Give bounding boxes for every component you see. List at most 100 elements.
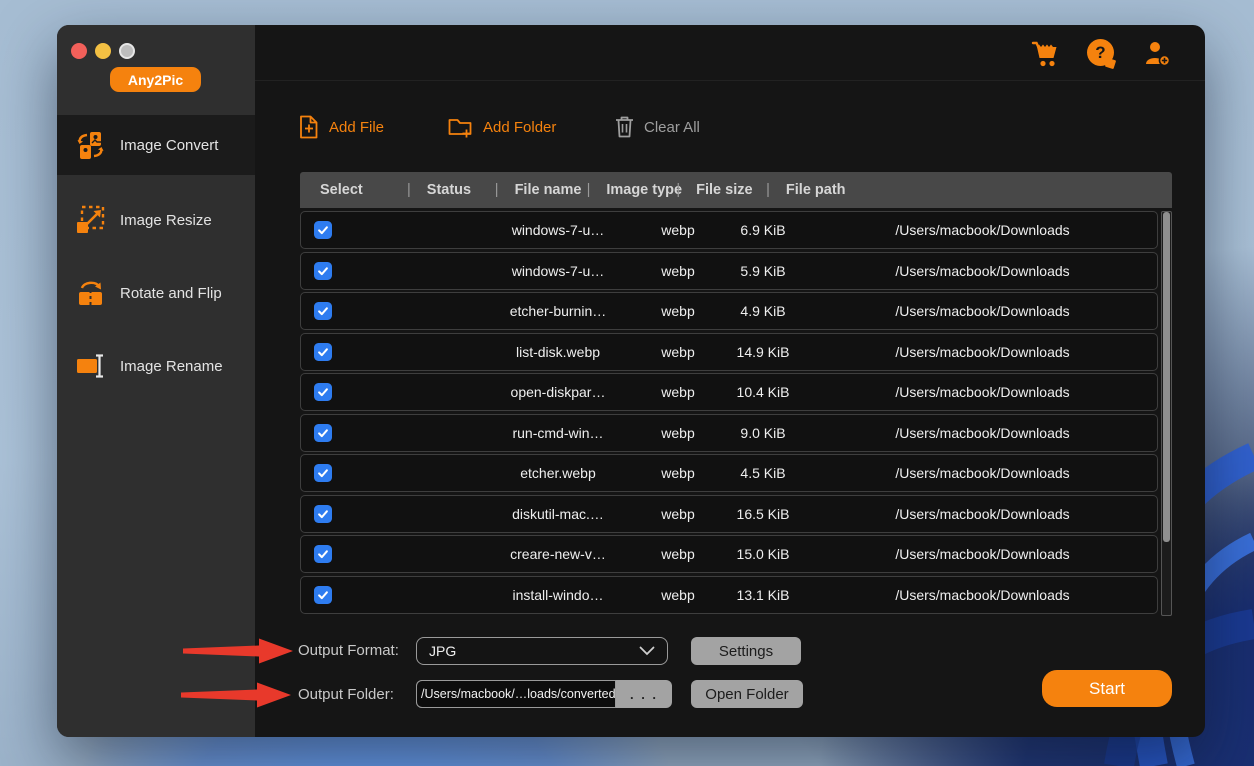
image-type-cell: webp [661, 546, 695, 562]
row-checkbox[interactable] [314, 545, 332, 563]
start-button[interactable]: Start [1042, 670, 1172, 707]
file-size-cell: 9.0 KiB [740, 424, 786, 441]
checkmark-icon [318, 428, 328, 437]
settings-button[interactable]: Settings [691, 637, 801, 665]
close-button[interactable] [71, 43, 87, 59]
settings-label: Settings [718, 642, 774, 660]
file-size-cell: 6.9 KiB [740, 222, 786, 238]
help-icon[interactable]: ? [1087, 39, 1117, 70]
file-name-cell: install-windo… [512, 586, 604, 603]
table-row[interactable]: diskutil-mac.… webp 16.5 KiB /Users/macb… [300, 494, 1158, 533]
sidebar-item-image-rename[interactable]: Image Rename [57, 341, 255, 391]
titlebar-actions: ? [1031, 39, 1173, 70]
header-select: Select [320, 182, 363, 198]
annotation-arrow-output-format [183, 638, 293, 664]
table-row[interactable]: list-disk.webp webp 14.9 KiB /Users/macb… [300, 332, 1158, 371]
file-size-cell: 5.9 KiB [740, 262, 786, 279]
add-file-button[interactable]: Add File [298, 113, 384, 141]
header-image-type: Image type [606, 182, 683, 198]
file-name-cell: diskutil-mac.… [512, 505, 604, 522]
output-folder-control: /Users/macbook/…loads/converted . . . [416, 680, 672, 708]
app-window: Any2Pic Image Convert Image Resize Rotat… [57, 25, 1205, 737]
scrollbar-thumb[interactable] [1163, 212, 1170, 542]
file-path-cell: /Users/macbook/Downloads [895, 505, 1070, 522]
file-path-cell: /Users/macbook/Downloads [895, 586, 1070, 603]
table-row[interactable]: run-cmd-win… webp 9.0 KiB /Users/macbook… [300, 413, 1158, 452]
output-folder-label: Output Folder: [298, 686, 394, 703]
output-folder-input[interactable]: /Users/macbook/…loads/converted [416, 680, 616, 708]
file-size-cell: 13.1 KiB [736, 586, 790, 603]
start-label: Start [1089, 678, 1125, 698]
image-type-cell: webp [661, 465, 695, 481]
checkmark-icon [318, 469, 328, 478]
file-path-cell: /Users/macbook/Downloads [895, 303, 1070, 319]
table-row[interactable]: windows-7-u… webp 6.9 KiB /Users/macbook… [300, 211, 1158, 249]
image-type-cell: webp [661, 222, 695, 238]
open-folder-button[interactable]: Open Folder [691, 680, 803, 708]
file-path-cell: /Users/macbook/Downloads [895, 343, 1070, 360]
clear-all-label: Clear All [644, 118, 700, 136]
sidebar-item-label: Image Resize [120, 211, 212, 229]
row-checkbox[interactable] [314, 221, 332, 239]
file-size-cell: 10.4 KiB [736, 384, 790, 400]
add-folder-label: Add Folder [483, 118, 557, 136]
sidebar-item-image-resize[interactable]: Image Resize [57, 195, 255, 245]
table-scrollbar[interactable] [1161, 211, 1172, 616]
header-file-size: File size [696, 182, 753, 198]
add-folder-icon [448, 119, 472, 138]
file-size-cell: 4.9 KiB [740, 303, 786, 319]
browse-folder-button[interactable]: . . . [616, 680, 672, 708]
open-folder-label: Open Folder [705, 685, 789, 703]
image-rename-icon [77, 354, 103, 378]
row-checkbox[interactable] [314, 261, 332, 280]
sidebar-item-label: Image Convert [120, 136, 219, 154]
table-row[interactable]: install-windo… webp 13.1 KiB /Users/macb… [300, 575, 1158, 614]
add-file-icon [300, 115, 318, 139]
app-logo-badge: Any2Pic [110, 67, 201, 92]
row-checkbox[interactable] [314, 423, 332, 442]
file-name-cell: run-cmd-win… [512, 424, 604, 441]
image-type-cell: webp [661, 384, 695, 400]
checkmark-icon [318, 509, 328, 518]
table-row[interactable]: windows-7-u… webp 5.9 KiB /Users/macbook… [300, 251, 1158, 290]
row-checkbox[interactable] [314, 504, 332, 523]
file-name-cell: windows-7-u… [511, 262, 605, 279]
table-row[interactable]: etcher.webp webp 4.5 KiB /Users/macbook/… [300, 454, 1158, 492]
checkmark-icon [318, 307, 328, 316]
output-format-select[interactable]: JPG [416, 637, 668, 665]
row-checkbox[interactable] [314, 383, 332, 401]
image-type-cell: webp [661, 586, 695, 603]
trash-icon [616, 116, 633, 138]
image-resize-icon [77, 205, 105, 233]
file-path-cell: /Users/macbook/Downloads [895, 424, 1070, 441]
minimize-button[interactable] [95, 43, 111, 59]
row-checkbox[interactable] [314, 585, 332, 604]
file-path-cell: /Users/macbook/Downloads [895, 384, 1070, 400]
file-path-cell: /Users/macbook/Downloads [895, 262, 1070, 279]
zoom-button[interactable] [119, 43, 135, 59]
file-name-cell: etcher.webp [520, 465, 596, 481]
sidebar: Any2Pic Image Convert Image Resize Rotat… [57, 25, 255, 737]
file-size-cell: 15.0 KiB [736, 546, 790, 562]
add-folder-button[interactable]: Add Folder [448, 113, 556, 141]
file-size-cell: 4.5 KiB [740, 465, 786, 481]
table-row[interactable]: open-diskpar… webp 10.4 KiB /Users/macbo… [300, 373, 1158, 411]
clear-all-button[interactable]: Clear All [614, 113, 700, 141]
sidebar-item-rotate-and-flip[interactable]: Rotate and Flip [57, 268, 255, 318]
add-user-icon[interactable] [1143, 39, 1173, 69]
table-row[interactable]: creare-new-v… webp 15.0 KiB /Users/macbo… [300, 535, 1158, 573]
file-name-cell: list-disk.webp [515, 343, 601, 360]
row-checkbox[interactable] [314, 302, 332, 320]
table-row[interactable]: etcher-burnin… webp 4.9 KiB /Users/macbo… [300, 292, 1158, 330]
image-type-cell: webp [661, 262, 695, 279]
cart-icon[interactable] [1031, 39, 1061, 69]
chevron-down-icon [639, 646, 655, 656]
file-path-cell: /Users/macbook/Downloads [895, 222, 1070, 238]
row-checkbox[interactable] [314, 342, 332, 361]
row-checkbox[interactable] [314, 464, 332, 482]
header-status: Status [426, 182, 472, 198]
checkmark-icon [318, 550, 328, 559]
sidebar-item-image-convert[interactable]: Image Convert [57, 115, 255, 175]
checkmark-icon [318, 266, 328, 275]
file-path-cell: /Users/macbook/Downloads [895, 546, 1070, 562]
